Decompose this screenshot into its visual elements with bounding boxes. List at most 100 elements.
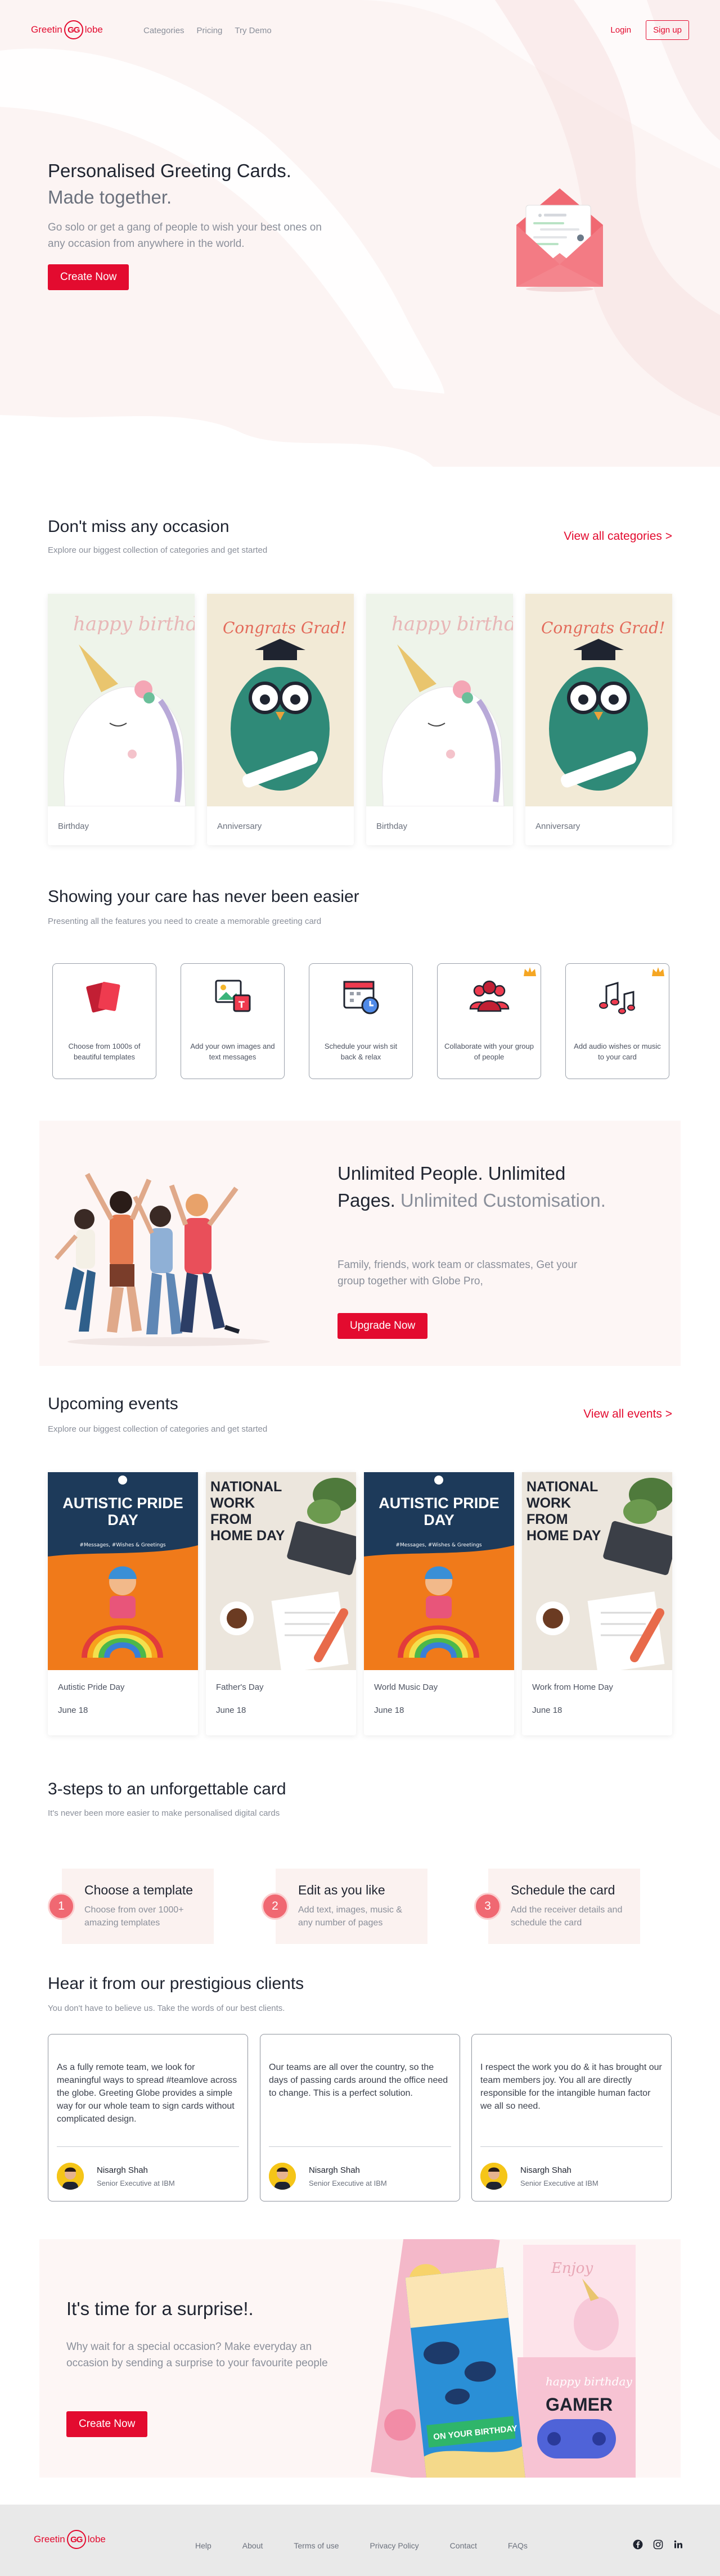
instagram-icon[interactable]: [653, 2539, 663, 2550]
testimonial-name: Nisargh Shah: [309, 2166, 360, 2175]
category-card-row: happy birthday Birthday Congrats Grad!: [48, 594, 672, 845]
event-card[interactable]: AUTISTIC PRIDE DAY #Messages, #Wishes & …: [364, 1472, 514, 1735]
footer-link-faqs[interactable]: FAQs: [508, 2541, 528, 2550]
events-subtitle: Explore our biggest collection of catego…: [48, 1424, 268, 1434]
event-date: June 18: [532, 1706, 562, 1715]
category-card-anniversary[interactable]: Congrats Grad! Anniversary: [207, 594, 354, 845]
signup-button[interactable]: Sign up: [646, 20, 689, 40]
work-from-home-poster-art: NATIONAL WORK FROM HOME DAY: [522, 1472, 672, 1670]
nav-link-try-demo[interactable]: Try Demo: [235, 26, 271, 35]
step-description: Add text, images, music & any number of …: [298, 1905, 402, 1928]
pro-title-muted: Unlimited Customisation.: [400, 1190, 606, 1211]
features-title: Showing your care has never been easier: [48, 887, 359, 906]
feature-card-templates: Choose from 1000s of beautiful templates: [52, 963, 156, 1079]
view-all-categories-link[interactable]: View all categories >: [564, 530, 672, 543]
feature-card-images-text: T Add your own images and text messages: [181, 963, 285, 1079]
site-logo[interactable]: Greetin GG lobe: [31, 20, 103, 39]
work-from-home-poster-art: NATIONAL WORK FROM HOME DAY: [206, 1472, 356, 1670]
owl-card-art: Congrats Grad!: [207, 594, 354, 806]
nav-link-categories[interactable]: Categories: [143, 26, 184, 35]
nav-link-pricing[interactable]: Pricing: [197, 26, 223, 35]
step-number: 3: [474, 1893, 501, 1920]
footer-social: [633, 2539, 683, 2550]
feature-text: Collaborate with your group of people: [444, 1042, 534, 1061]
testimonial-name: Nisargh Shah: [97, 2166, 148, 2175]
features-subtitle: Presenting all the features you need to …: [48, 917, 322, 926]
footer-link-terms[interactable]: Terms of use: [294, 2541, 339, 2550]
event-date: June 18: [216, 1706, 246, 1715]
linkedin-icon[interactable]: [673, 2539, 683, 2550]
testimonial-role: Senior Executive at IBM: [309, 2179, 387, 2187]
avatar: [57, 2163, 84, 2190]
pride-poster-art: AUTISTIC PRIDE DAY #Messages, #Wishes & …: [48, 1472, 198, 1670]
collage-text-birthday: happy birthday: [546, 2375, 632, 2388]
logo-text-right: lobe: [87, 2534, 106, 2545]
footer-link-contact[interactable]: Contact: [450, 2541, 477, 2550]
event-title: Autistic Pride Day: [58, 1682, 125, 1692]
surprise-create-now-button[interactable]: Create Now: [66, 2411, 148, 2437]
logo-mark-icon: GG: [66, 2530, 86, 2549]
owl-card-art: Congrats Grad!: [525, 594, 672, 806]
step-card-2: 2 Edit as you like Add text, images, mus…: [262, 1869, 428, 1944]
upgrade-now-button[interactable]: Upgrade Now: [338, 1313, 428, 1339]
event-card[interactable]: AUTISTIC PRIDE DAY #Messages, #Wishes & …: [48, 1472, 198, 1735]
testimonial-name: Nisargh Shah: [520, 2166, 572, 2175]
step-number: 1: [48, 1893, 75, 1920]
event-card[interactable]: NATIONAL WORK FROM HOME DAY Father's Day…: [206, 1472, 356, 1735]
svg-text:T: T: [238, 999, 245, 1010]
hero-create-now-button[interactable]: Create Now: [48, 264, 129, 290]
feature-text: Add audio wishes or music to your card: [574, 1042, 661, 1061]
event-card[interactable]: NATIONAL WORK FROM HOME DAY Work from Ho…: [522, 1472, 672, 1735]
category-card-birthday[interactable]: happy birthday Birthday: [48, 594, 195, 845]
event-poster-title: NATIONAL WORK FROM HOME DAY: [210, 1479, 285, 1544]
view-all-events-link[interactable]: View all events >: [583, 1407, 672, 1421]
footer-logo[interactable]: Greetin GG lobe: [34, 2530, 106, 2549]
unicorn-card-art: happy birthday: [366, 594, 513, 806]
category-card-label: Birthday: [376, 822, 408, 831]
hero-text-block: Personalised Greeting Cards. Made togeth…: [48, 157, 340, 290]
event-poster-subtitle: #Messages, #Wishes & Greetings: [395, 1542, 482, 1548]
feature-row: Choose from 1000s of beautiful templates…: [52, 963, 669, 1079]
step-description: Add the receiver details and schedule th…: [511, 1905, 623, 1928]
feature-card-audio: Add audio wishes or music to your card: [565, 963, 669, 1079]
occasions-subtitle: Explore our biggest collection of catego…: [48, 545, 268, 555]
divider: [269, 2146, 451, 2147]
event-poster-title: AUTISTIC PRIDE DAY: [379, 1495, 500, 1528]
event-card-row: AUTISTIC PRIDE DAY #Messages, #Wishes & …: [48, 1472, 672, 1735]
collage-text-enjoy: Enjoy: [551, 2260, 593, 2277]
category-card-anniversary[interactable]: Congrats Grad! Anniversary: [525, 594, 672, 845]
greeting-cards-collage: Enjoy happy birthday GAMER ON YOUR BIRTH…: [370, 2239, 636, 2478]
divider: [480, 2146, 663, 2147]
event-title: Work from Home Day: [532, 1682, 613, 1692]
category-card-label: Birthday: [58, 822, 89, 831]
logo-mark-letters: GG: [70, 2534, 83, 2545]
event-date: June 18: [58, 1706, 88, 1715]
nav-auth: Login Sign up: [610, 20, 689, 40]
facebook-icon[interactable]: [633, 2539, 643, 2550]
testimonial-card: As a fully remote team, we look for mean…: [48, 2034, 248, 2201]
footer-link-privacy[interactable]: Privacy Policy: [370, 2541, 419, 2550]
testimonial-quote: Our teams are all over the country, so t…: [269, 2063, 448, 2098]
music-icon: [599, 981, 635, 1014]
group-icon: [469, 980, 510, 1012]
image-text-icon: T: [215, 980, 251, 1012]
step-card-3: 3 Schedule the card Add the receiver det…: [474, 1869, 640, 1944]
steps-subtitle: It's never been more easier to make pers…: [48, 1808, 280, 1818]
feature-card-collaborate: Collaborate with your group of people: [437, 963, 541, 1079]
feature-text: Choose from 1000s of beautiful templates: [68, 1042, 141, 1061]
event-poster-subtitle: #Messages, #Wishes & Greetings: [79, 1542, 165, 1548]
unicorn-card-art: happy birthday: [48, 594, 195, 806]
footer-link-help[interactable]: Help: [195, 2541, 212, 2550]
category-card-birthday[interactable]: happy birthday Birthday: [366, 594, 513, 845]
testimonial-card: Our teams are all over the country, so t…: [260, 2034, 460, 2201]
testimonials-title: Hear it from our prestigious clients: [48, 1974, 304, 1993]
login-link[interactable]: Login: [610, 25, 631, 35]
event-title: Father's Day: [216, 1682, 264, 1692]
pro-banner: Unlimited People. Unlimited Pages. Unlim…: [39, 1121, 681, 1366]
footer-link-about[interactable]: About: [242, 2541, 263, 2550]
hero-title: Personalised Greeting Cards.: [48, 160, 291, 181]
step-number: 2: [262, 1893, 289, 1920]
step-title: Schedule the card: [511, 1883, 615, 1897]
footer: Greetin GG lobe Help About Terms of use …: [0, 2505, 720, 2576]
collage-text-gamer: GAMER: [546, 2394, 613, 2415]
